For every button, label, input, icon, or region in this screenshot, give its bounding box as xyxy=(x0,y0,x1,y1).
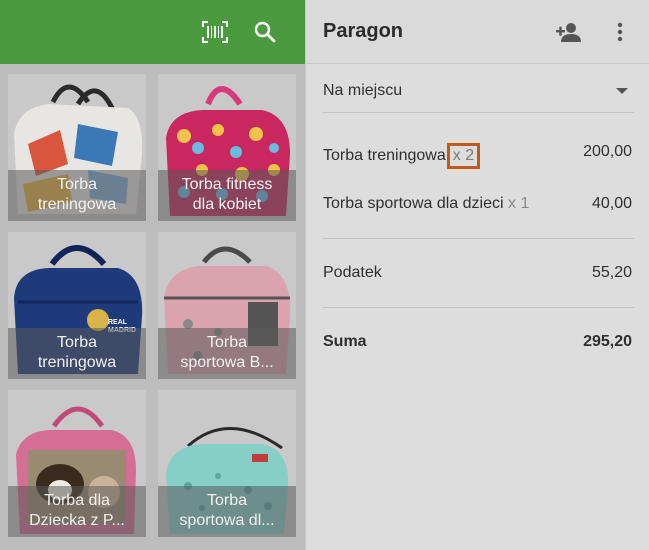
product-name-line1: Torba xyxy=(206,492,248,509)
item-name: Torba treningowa xyxy=(323,147,446,164)
receipt-line-item[interactable]: Torba treningowa x 2 200,00 xyxy=(323,141,634,169)
divider xyxy=(323,307,634,308)
order-type-dropdown[interactable]: Na miejscu xyxy=(323,70,634,112)
total-row: Suma 295,20 xyxy=(323,331,634,355)
receipt-title: Paragon xyxy=(323,20,404,42)
product-tile[interactable]: Torba dla Dziecka z P... xyxy=(8,390,146,537)
product-name-line1: Torba fitness xyxy=(181,176,273,193)
product-caption: Torba fitness dla kobiet xyxy=(158,170,296,221)
product-name-line2: Dziecka z P... xyxy=(29,512,125,529)
product-tile[interactable]: Torba fitness dla kobiet xyxy=(158,74,296,221)
svg-text:REAL: REAL xyxy=(108,319,128,326)
receipt-line-item[interactable]: Torba sportowa dla dzieci x 1 40,00 xyxy=(323,193,634,217)
receipt-toolbar: Paragon xyxy=(306,0,649,64)
search-icon[interactable] xyxy=(249,16,281,48)
item-name: Torba sportowa dla dzieci xyxy=(323,195,504,212)
barcode-icon[interactable] xyxy=(199,16,231,48)
item-quantity[interactable]: x 2 xyxy=(446,143,481,169)
item-quantity: x 1 xyxy=(508,195,530,212)
divider xyxy=(323,238,634,239)
product-name-line2: sportowa B... xyxy=(180,354,274,371)
product-tile[interactable]: Torba treningowa xyxy=(8,74,146,221)
total-amount: 295,20 xyxy=(583,333,632,350)
product-tile[interactable]: REAL MADRID Torba treningowa xyxy=(8,232,146,379)
product-caption: Torba dla Dziecka z P... xyxy=(8,486,146,537)
product-tile[interactable]: Torba sportowa dl... xyxy=(158,390,296,537)
product-name-line1: Torba dla xyxy=(44,492,110,509)
product-name-line1: Torba xyxy=(56,334,98,351)
product-toolbar xyxy=(0,0,305,64)
product-name-line2: dla kobiet xyxy=(192,196,262,213)
add-person-icon[interactable] xyxy=(552,16,584,48)
divider xyxy=(323,112,634,113)
product-caption: Torba treningowa xyxy=(8,328,146,379)
tax-amount: 55,20 xyxy=(591,264,632,281)
item-amount: 40,00 xyxy=(591,195,632,212)
product-caption: Torba sportowa B... xyxy=(158,328,296,379)
total-label: Suma xyxy=(323,333,367,350)
product-name-line2: sportowa dl... xyxy=(179,512,275,529)
product-caption: Torba sportowa dl... xyxy=(158,486,296,537)
product-tile[interactable]: Torba sportowa B... xyxy=(158,232,296,379)
more-vert-icon[interactable] xyxy=(604,16,636,48)
product-name-line2: treningowa xyxy=(37,354,117,371)
chevron-down-icon[interactable] xyxy=(616,88,628,94)
product-name-line1: Torba xyxy=(206,334,248,351)
receipt-pane: Paragon Na miejscu Torba treningowa x 2 2… xyxy=(305,0,649,550)
tax-row: Podatek 55,20 xyxy=(323,262,634,286)
product-name-line2: treningowa xyxy=(37,196,117,213)
tax-label: Podatek xyxy=(323,264,382,281)
product-name-line1: Torba xyxy=(56,176,98,193)
product-pane: Torba treningowa Torba fitness dla kobie… xyxy=(0,0,305,550)
product-caption: Torba treningowa xyxy=(8,170,146,221)
item-amount: 200,00 xyxy=(583,143,632,160)
order-type-value: Na miejscu xyxy=(323,82,403,99)
